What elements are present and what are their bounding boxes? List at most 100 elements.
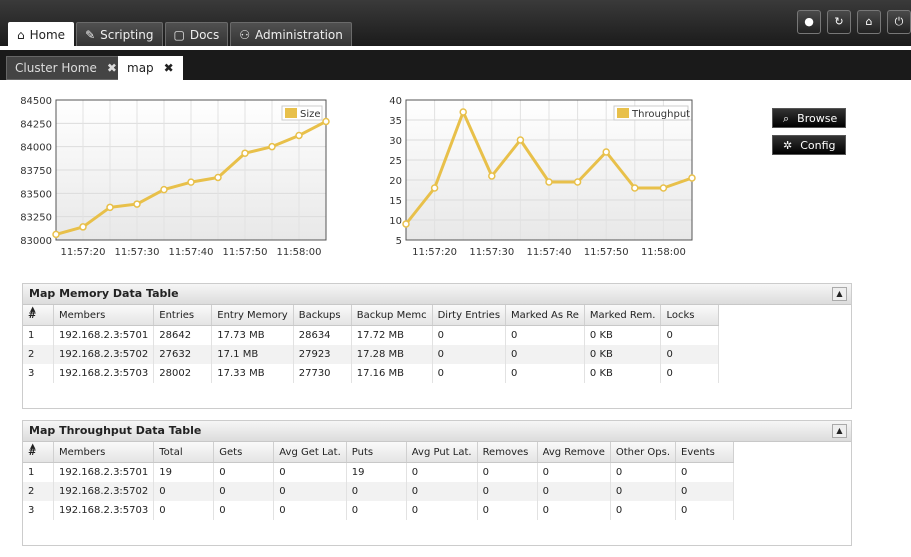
table-cell: 19 [346,462,407,482]
table-cell: 0 [660,364,720,383]
table-cell: 0 [346,501,407,520]
table-row[interactable]: 1 192.168.2.3:5701 28642 17.73 MB 28634 17.72… [23,325,720,345]
column-header[interactable]: Marked As Re [505,305,585,326]
data-point [516,136,525,144]
column-header[interactable]: Dirty Entries [432,305,507,326]
home-icon: ⌂ [17,28,25,42]
table-cell: 192.168.2.3:5701 [53,325,155,345]
x-tick-label: 11:57:50 [223,247,268,258]
subtab-map[interactable]: map ✖ [118,56,183,80]
table-cell: 0 [505,325,585,345]
column-header[interactable]: Avg Get Lat. [273,442,347,463]
table-header-row: ▲ # Members Total Gets Avg Get Lat. Puts Avg Pu… [23,442,735,463]
window-buttons: ● ↻ ⌂ ⏻ [791,10,911,34]
refresh-button[interactable]: ↻ [827,10,851,34]
table-row[interactable]: 2 192.168.2.3:5702 27632 17.1 MB 27923 17.28 … [23,345,720,364]
memory-table-header: Map Memory Data Table ▲ [23,284,851,305]
table-cell: 192.168.2.3:5703 [53,364,155,383]
table-cell: 1 [23,325,54,345]
tab-docs[interactable]: ▢ Docs [164,22,229,47]
column-header[interactable]: Removes [477,442,538,463]
column-header[interactable]: Entries [153,305,213,326]
y-tick-label: 25 [389,156,402,167]
legend-swatch [285,108,297,118]
close-icon[interactable]: ✖ [164,61,174,75]
table-row[interactable]: 2 192.168.2.3:5702 0 0 0 0 0 0 0 0 0 [23,482,735,501]
table-cell: 0 KB [584,345,662,364]
y-tick-label: 83500 [20,189,52,200]
column-header-index[interactable]: ▲ # [23,305,54,326]
column-header[interactable]: Locks [660,305,720,326]
table-cell: 0 [406,482,478,501]
power-button[interactable]: ⏻ [887,10,911,34]
top-navigation-bar: ⌂ Home ✎ Scripting ▢ Docs ⚇ Administration ●… [0,0,911,47]
tab-home[interactable]: ⌂ Home [8,22,75,47]
column-header[interactable]: Events [675,442,735,463]
table-cell: 0 [660,345,720,364]
x-tick-label: 11:57:50 [584,247,629,258]
column-header[interactable]: Puts [346,442,407,463]
sub-tab-bar: Cluster Home ✖ map ✖ [0,46,911,80]
table-cell: 0 [505,345,585,364]
main-tabs: ⌂ Home ✎ Scripting ▢ Docs ⚇ Administration [8,22,354,47]
tab-scripting[interactable]: ✎ Scripting [76,22,163,47]
pencil-icon: ✎ [85,28,96,42]
table-cell: 192.168.2.3:5702 [53,482,155,501]
column-header[interactable]: Avg Put Lat. [406,442,478,463]
sort-icon: ▲ [30,305,36,313]
column-header[interactable]: Marked Rem. [584,305,662,326]
sort-icon: ▲ [30,442,36,450]
x-tick-label: 11:57:20 [61,247,106,258]
column-header[interactable]: Total [153,442,215,463]
table-cell: 0 KB [584,364,662,383]
x-tick-label: 11:58:00 [641,247,686,258]
user-icon: ⚇ [239,28,251,42]
collapse-icon[interactable]: ▲ [832,287,847,301]
data-point [295,131,303,140]
table-cell: 0 [432,325,507,345]
column-header-index[interactable]: ▲ # [23,442,54,463]
table-cell: 2 [23,345,54,364]
tab-administration[interactable]: ⚇ Administration [230,22,352,47]
table-cell: 0 [610,462,677,482]
config-label: Config [800,139,836,152]
table-row[interactable]: 1 192.168.2.3:5701 19 0 0 19 0 0 0 0 0 [23,462,735,482]
table-cell: 0 [477,501,538,520]
table-cell: 0 [477,482,538,501]
refresh-icon: ↻ [834,15,844,28]
column-header[interactable]: Members [53,305,155,326]
subtab-label: map [127,61,154,75]
column-header[interactable]: Backup Memc [351,305,433,326]
config-button[interactable]: ✲ Config [772,135,846,155]
column-header[interactable]: Backups [293,305,352,326]
table-cell: 28634 [293,325,352,345]
table-cell: 17.33 MB [211,364,294,383]
column-header[interactable]: Entry Memory [211,305,294,326]
panel-title: Map Memory Data Table [29,287,179,300]
table-row[interactable]: 3 192.168.2.3:5703 0 0 0 0 0 0 0 0 0 [23,501,735,520]
table-cell: 0 [675,462,735,482]
browse-button[interactable]: ⌕ Browse [772,108,846,128]
column-header[interactable]: Avg Remove [537,442,611,463]
legend-label: Size [300,109,321,120]
panel-title: Map Throughput Data Table [29,424,202,437]
close-icon[interactable]: ✖ [107,61,117,75]
collapse-icon[interactable]: ▲ [832,424,847,438]
table-cell: 0 [406,462,478,482]
table-cell: 192.168.2.3:5702 [53,345,155,364]
table-row[interactable]: 3 192.168.2.3:5703 28002 17.33 MB 27730 17.16… [23,364,720,383]
subtab-cluster-home[interactable]: Cluster Home ✖ [6,56,126,80]
table-cell: 0 KB [584,325,662,345]
alarm-button[interactable]: ● [797,10,821,34]
data-point [268,142,276,151]
home-button[interactable]: ⌂ [857,10,881,34]
x-tick-label: 11:57:40 [169,247,214,258]
column-header[interactable]: Other Ops. [610,442,677,463]
y-tick-label: 30 [389,136,402,147]
column-header[interactable]: Members [53,442,155,463]
table-cell: 17.72 MB [351,325,433,345]
data-point [430,184,439,192]
column-header[interactable]: Gets [213,442,275,463]
data-point [459,108,467,116]
x-tick-label: 11:57:20 [412,247,457,258]
